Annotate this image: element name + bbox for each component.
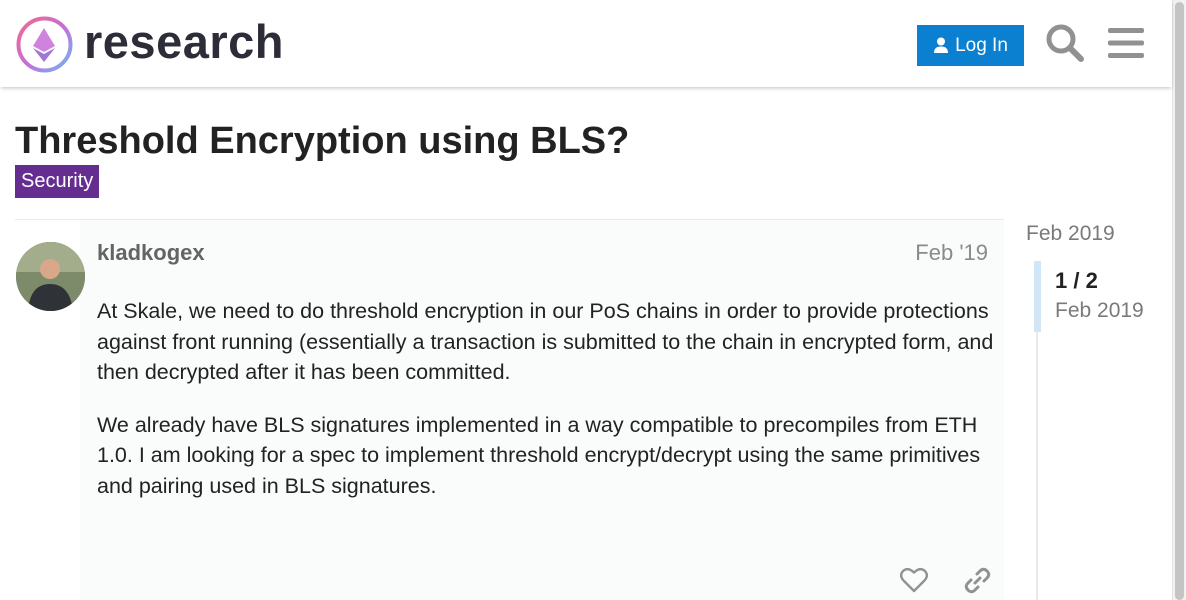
category-badge[interactable]: Security [15,165,100,198]
search-icon[interactable] [1045,23,1085,63]
post-username[interactable]: kladkogex [97,240,205,266]
timeline-position: 1 / 2 [1055,268,1098,293]
topic-title[interactable]: Threshold Encryption using BLS? [15,118,629,164]
ethereum-logo-icon[interactable] [16,16,73,73]
avatar-image [16,242,85,311]
site-name[interactable]: research [84,14,284,70]
avatar[interactable] [16,242,85,311]
post-paragraph: We already have BLS signatures implement… [97,412,981,498]
post-date[interactable]: Feb '19 [915,240,988,266]
login-label: Log In [955,34,1008,56]
heart-icon[interactable] [900,567,928,593]
scrollbar[interactable] [1172,0,1186,600]
timeline-start-date[interactable]: Feb 2019 [1026,221,1115,247]
login-button[interactable]: Log In [917,25,1024,66]
link-icon[interactable] [964,567,991,594]
scrollbar-thumb[interactable] [1175,2,1184,600]
post-paragraph: At Skale, we need to do threshold encryp… [97,299,994,384]
timeline-handle[interactable] [1034,261,1041,332]
post-body: At Skale, we need to do threshold encryp… [97,296,997,523]
site-header: research Log In [0,0,1172,87]
timeline-current-date: Feb 2019 [1055,299,1144,322]
hamburger-menu-icon[interactable] [1108,27,1144,59]
user-icon [934,37,949,53]
